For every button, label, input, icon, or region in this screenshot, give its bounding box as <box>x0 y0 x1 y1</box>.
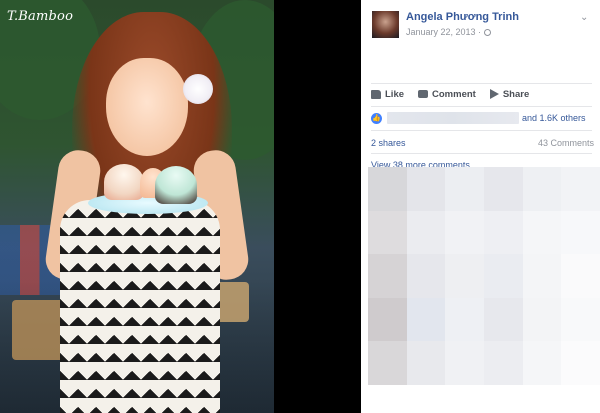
chevron-down-icon[interactable]: ⌄ <box>580 12 588 23</box>
photo-viewer[interactable]: T.Bamboo <box>0 0 361 413</box>
like-label: Like <box>385 88 405 100</box>
divider <box>371 153 592 154</box>
post-date[interactable]: January 22, 2013 · <box>406 27 492 37</box>
comment-label: Comment <box>432 88 476 100</box>
post-panel: Angela Phương Trinh January 22, 2013 · ⌄… <box>361 0 600 413</box>
photo-watermark: T.Bamboo <box>7 9 74 24</box>
share-button[interactable]: Share <box>489 88 530 100</box>
comment-button[interactable]: Comment <box>418 89 476 100</box>
like-button[interactable]: Like <box>371 89 404 100</box>
post-stats: 2 shares 43 Comments <box>371 138 594 148</box>
globe-icon <box>484 29 492 36</box>
comment-icon <box>418 90 429 98</box>
blurred-liker-names <box>387 112 519 124</box>
pixelated-comments <box>368 167 600 385</box>
cupcake <box>155 166 197 204</box>
divider <box>371 106 592 107</box>
shares-link[interactable]: 2 shares <box>371 138 406 148</box>
share-label: Share <box>502 88 530 100</box>
author-name[interactable]: Angela Phương Trinh <box>406 11 519 23</box>
hair-flower <box>183 74 213 104</box>
divider <box>371 83 592 84</box>
author-avatar[interactable] <box>372 11 399 38</box>
person-face <box>106 58 188 156</box>
post-date-text: January 22, 2013 · <box>406 27 482 37</box>
comments-count[interactable]: 43 Comments <box>538 138 594 148</box>
likes-summary[interactable]: 👍 and 1.6K others <box>371 111 592 125</box>
cupcake <box>104 164 144 200</box>
thumbs-up-icon <box>371 89 381 99</box>
divider <box>371 130 592 131</box>
like-reaction-icon: 👍 <box>371 112 382 124</box>
person-dress <box>60 200 220 413</box>
share-icon <box>489 89 499 99</box>
post-photo[interactable]: T.Bamboo <box>0 0 274 413</box>
action-bar: Like Comment Share <box>371 86 529 102</box>
likes-count[interactable]: and 1.6K others <box>522 113 586 123</box>
